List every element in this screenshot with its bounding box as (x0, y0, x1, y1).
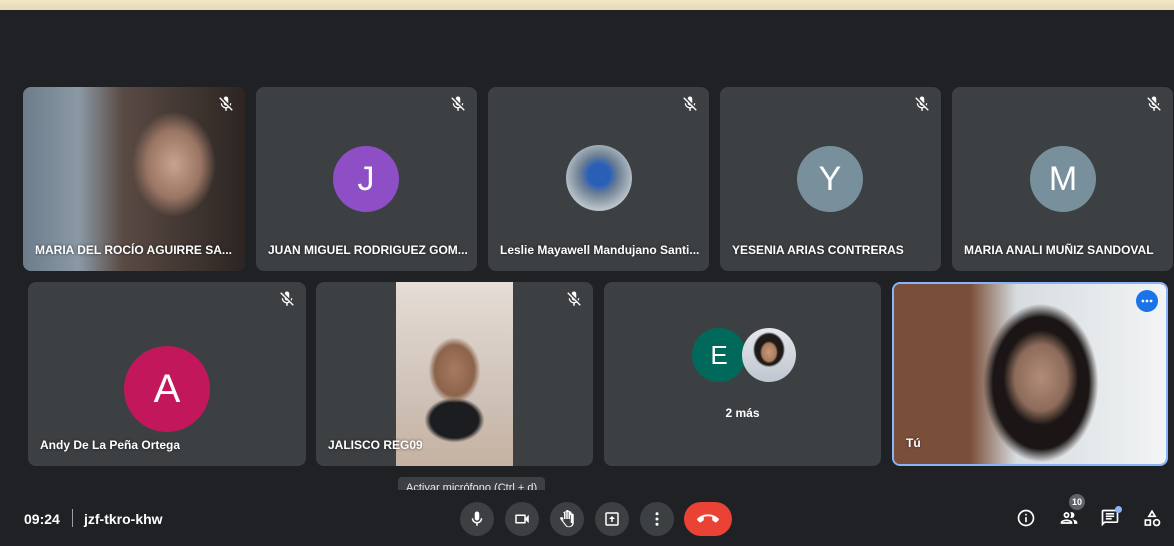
more-options-button[interactable] (640, 502, 674, 536)
activities-button[interactable] (1138, 504, 1166, 532)
meeting-code: jzf-tkro-khw (84, 511, 163, 527)
participant-name: YESENIA ARIAS CONTRERAS (732, 243, 904, 257)
mic-off-icon (567, 291, 581, 306)
participant-name: Andy De La Peña Ortega (40, 438, 181, 452)
participant-tile[interactable]: J JUAN MIGUEL RODRIGUEZ GOM... (256, 87, 477, 271)
info-icon (1017, 509, 1035, 527)
participant-name: MARIA DEL ROCÍO AGUIRRE SA... (35, 243, 232, 257)
participant-tile[interactable]: MARIA DEL ROCÍO AGUIRRE SA... (23, 87, 245, 271)
more-participants-label: 2 más (725, 406, 760, 420)
participant-tile[interactable]: A Andy De La Peña Ortega (28, 282, 306, 466)
participant-avatar: E (692, 328, 746, 382)
end-call-icon (697, 514, 719, 523)
activities-icon (1144, 509, 1161, 527)
raise-hand-icon (560, 510, 574, 528)
participant-avatar: M (1030, 146, 1096, 212)
camera-icon (515, 514, 529, 524)
meeting-controls-bar: 09:24 jzf-tkro-khw (0, 490, 1174, 546)
participant-photo (742, 328, 796, 382)
people-icon (1060, 512, 1078, 524)
present-screen-button[interactable] (595, 502, 629, 536)
self-tile[interactable]: Tú (892, 282, 1168, 466)
mic-off-icon (1147, 96, 1161, 111)
mic-off-icon (683, 96, 697, 111)
participant-name: JUAN MIGUEL RODRIGUEZ GOM... (268, 243, 468, 257)
present-screen-icon (605, 512, 619, 526)
meeting-info-button[interactable] (1012, 504, 1040, 532)
mic-off-icon (471, 511, 483, 526)
meeting-time: 09:24 (24, 511, 60, 527)
raise-hand-button[interactable] (550, 502, 584, 536)
participant-name: Leslie Mayawell Mandujano Santi... (500, 243, 700, 257)
chat-button[interactable] (1096, 504, 1124, 532)
end-call-button[interactable] (684, 502, 732, 536)
participant-tile[interactable]: Y YESENIA ARIAS CONTRERAS (720, 87, 941, 271)
more-options-icon[interactable] (1136, 290, 1158, 312)
mic-off-icon (451, 96, 465, 111)
participant-photo (566, 145, 632, 211)
chat-unread-dot (1115, 506, 1122, 513)
mic-off-icon (280, 291, 294, 306)
participant-avatar: Y (797, 146, 863, 212)
participant-tile[interactable]: JALISCO REG09 (316, 282, 593, 466)
participant-avatar: A (124, 346, 210, 432)
camera-toggle-button[interactable] (505, 502, 539, 536)
mic-off-icon (219, 96, 233, 111)
participant-avatar: J (333, 146, 399, 212)
participant-tile[interactable]: M MARIA ANALI MUÑIZ SANDOVAL (952, 87, 1173, 271)
mic-toggle-button[interactable] (460, 502, 494, 536)
self-video (894, 284, 1166, 464)
overflow-participants-tile[interactable]: E 2 más (604, 282, 881, 466)
mic-off-icon (915, 96, 929, 111)
participant-name: Tú (906, 436, 921, 450)
browser-top-edge (0, 0, 1174, 10)
participant-tile[interactable]: Leslie Mayawell Mandujano Santi... (488, 87, 709, 271)
participant-count-badge: 10 (1069, 494, 1085, 510)
participant-name: JALISCO REG09 (328, 438, 423, 452)
participant-name: MARIA ANALI MUÑIZ SANDOVAL (964, 243, 1154, 257)
divider (72, 509, 73, 527)
more-vert-icon (655, 512, 659, 526)
